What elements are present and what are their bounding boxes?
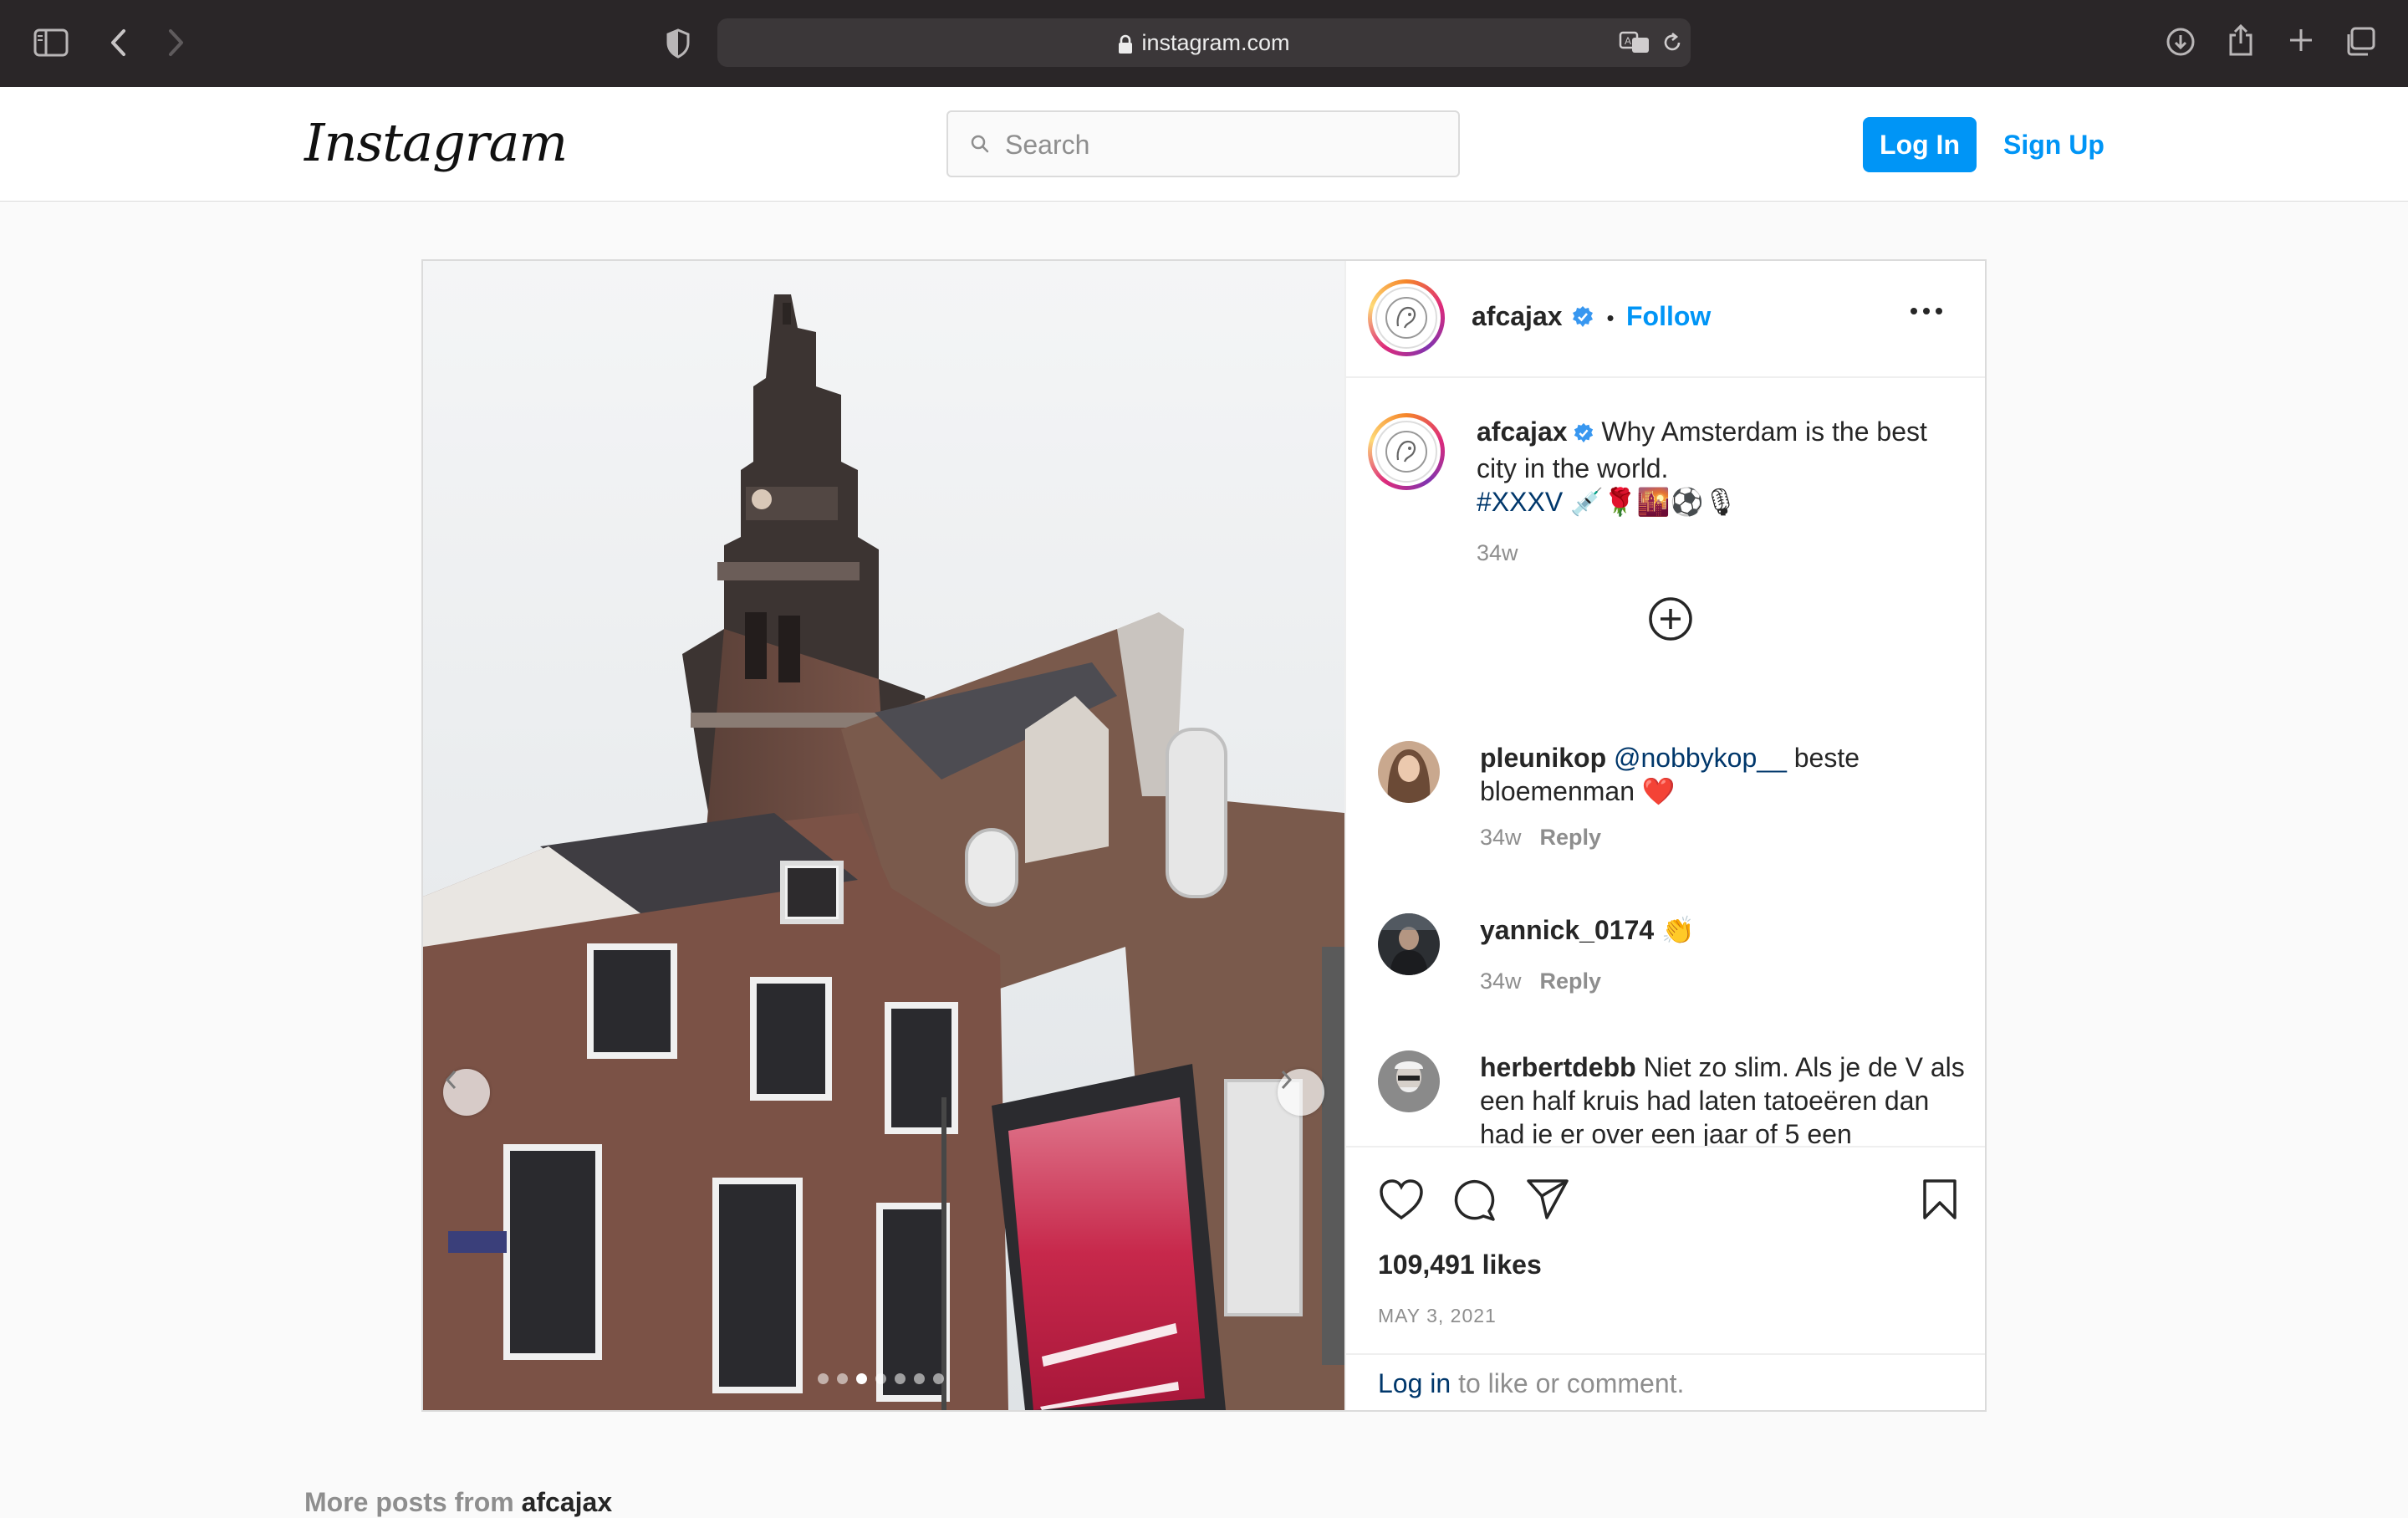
carousel-dot <box>914 1373 925 1384</box>
post-photo[interactable]: XXXV <box>423 261 1344 1410</box>
comment-icon[interactable] <box>1451 1178 1497 1227</box>
caption-author-avatar[interactable] <box>1368 413 1445 490</box>
comment-text: 👏 <box>1661 915 1695 945</box>
commenter-avatar[interactable] <box>1378 741 1440 803</box>
svg-text:A: A <box>1625 35 1631 47</box>
comment-time: 34w <box>1480 825 1522 850</box>
search-input[interactable] <box>1003 112 1441 177</box>
carousel-dot <box>875 1373 886 1384</box>
post-actions: 109,491 likes MAY 3, 2021 Log in to like… <box>1346 1146 1985 1410</box>
search-box[interactable] <box>946 110 1460 177</box>
privacy-shield-icon[interactable] <box>666 28 691 59</box>
post-side-panel: afcajax • Follow afcajax Why Amsterdam i… <box>1344 261 1985 1410</box>
comment-username[interactable]: pleunikop <box>1480 743 1606 773</box>
ajax-logo-icon <box>1375 421 1437 483</box>
login-to-comment: Log in to like or comment. <box>1346 1353 1985 1412</box>
instagram-logo[interactable]: Instagram <box>304 112 568 173</box>
carousel-dot <box>818 1373 829 1384</box>
reply-button[interactable]: Reply <box>1540 969 1602 994</box>
post-card: XXXV afcajax <box>421 259 1987 1412</box>
login-prompt-text: to like or comment. <box>1458 1368 1685 1398</box>
post-header: afcajax • Follow <box>1346 261 1985 378</box>
tab-overview-icon[interactable] <box>2344 27 2376 57</box>
post-date: MAY 3, 2021 <box>1378 1305 1497 1326</box>
login-button[interactable]: Log In <box>1863 117 1977 172</box>
caption-emojis: 💉🌹🌇⚽🎙 <box>1570 487 1738 517</box>
url-text: instagram.com <box>1141 30 1290 55</box>
carousel-next-button[interactable] <box>1278 1069 1324 1116</box>
reply-button[interactable]: Reply <box>1540 825 1602 850</box>
sidebar-toggle-icon[interactable] <box>33 28 69 57</box>
translate-icon[interactable]: A <box>1619 30 1652 55</box>
like-icon[interactable] <box>1378 1178 1425 1225</box>
carousel-dot <box>895 1373 906 1384</box>
carousel-dot <box>837 1373 848 1384</box>
login-link[interactable]: Log in <box>1378 1368 1451 1398</box>
chevron-right-icon <box>1281 1070 1293 1090</box>
caption-time: 34w <box>1477 540 1518 565</box>
lock-icon <box>1118 34 1133 54</box>
downloads-icon[interactable] <box>2166 27 2196 57</box>
more-posts-heading: More posts from afcajax <box>304 1487 612 1518</box>
forward-icon[interactable] <box>167 28 186 57</box>
follow-button[interactable]: Follow <box>1626 301 1711 331</box>
share-icon[interactable] <box>2227 23 2254 57</box>
caption-username[interactable]: afcajax <box>1477 417 1568 447</box>
comment-username[interactable]: herbertdebb <box>1480 1052 1636 1082</box>
browser-toolbar: instagram.com A <box>0 0 2408 88</box>
comment-time: 34w <box>1480 969 1522 994</box>
bookmark-icon[interactable] <box>1921 1178 1958 1225</box>
carousel-indicator <box>818 1373 944 1385</box>
more-options-icon[interactable] <box>1910 304 1943 319</box>
post-caption: afcajax Why Amsterdam is the best city i… <box>1477 415 1962 566</box>
load-more-comments-icon[interactable] <box>1647 595 1694 647</box>
verified-badge-icon <box>1571 305 1594 333</box>
amsterdam-church-photo: XXXV <box>423 261 1344 1410</box>
commenter-avatar[interactable] <box>1378 1050 1440 1112</box>
author-username[interactable]: afcajax <box>1472 301 1563 331</box>
comment-username[interactable]: yannick_0174 <box>1480 915 1654 945</box>
hashtag-link[interactable]: #XXXV <box>1477 487 1563 517</box>
author-avatar[interactable] <box>1368 279 1445 356</box>
commenter-avatar[interactable] <box>1378 913 1440 975</box>
carousel-dot <box>933 1373 944 1384</box>
ajax-logo-icon <box>1375 287 1437 349</box>
verified-badge-icon <box>1573 418 1594 452</box>
carousel-prev-button[interactable] <box>443 1069 490 1116</box>
search-icon <box>970 134 990 158</box>
chevron-left-icon <box>445 1070 457 1090</box>
header-separator: • <box>1606 305 1615 330</box>
more-posts-prefix: More posts from <box>304 1487 514 1517</box>
mention-link[interactable]: @nobbykop__ <box>1614 743 1787 773</box>
share-direct-icon[interactable] <box>1525 1178 1570 1225</box>
address-bar[interactable]: instagram.com A <box>717 18 1691 67</box>
new-tab-icon[interactable] <box>2288 27 2314 54</box>
signup-link[interactable]: Sign Up <box>2003 117 2104 172</box>
more-posts-username[interactable]: afcajax <box>522 1487 613 1517</box>
back-icon[interactable] <box>109 28 127 57</box>
instagram-header: Instagram Log In Sign Up <box>0 87 2408 202</box>
carousel-dot <box>856 1373 867 1384</box>
likes-count[interactable]: 109,491 likes <box>1378 1250 1542 1280</box>
reload-icon[interactable] <box>1661 31 1684 54</box>
